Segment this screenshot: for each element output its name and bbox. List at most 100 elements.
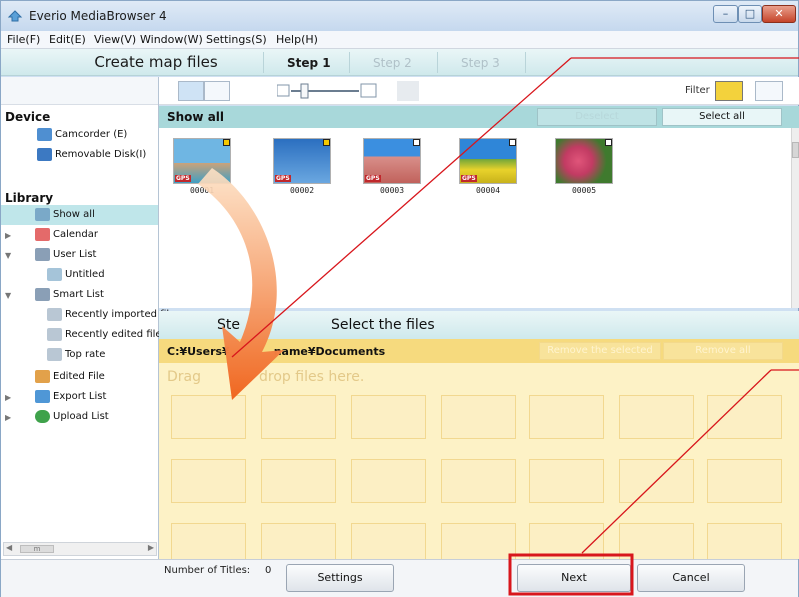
menu-edit[interactable]: Edit(E) [49,33,86,46]
next-button[interactable]: Next [517,564,631,592]
drop-slot[interactable] [529,459,604,503]
sidebar-item-untitled[interactable]: Untitled [47,265,105,285]
settings-button[interactable]: Settings [286,564,394,592]
drop-slot[interactable] [261,523,336,559]
scroll-left-icon[interactable]: ◀ [6,543,12,552]
rotate-icon[interactable] [397,81,419,101]
sidebar-item-label: Export List [53,391,107,402]
scroll-right-icon[interactable]: ▶ [148,543,154,552]
menu-bar: File(F) Edit(E) View(V) Window(W) Settin… [1,31,798,49]
window-title: Everio MediaBrowser 4 [29,9,167,23]
path-suffix: name¥Documents [273,345,386,358]
drop-slot[interactable] [441,523,516,559]
drop-slot[interactable] [351,523,426,559]
thumbnail-image[interactable]: GPS [459,138,517,184]
view-toolbar: Filter [159,77,799,105]
drop-slot[interactable] [171,395,246,439]
drop-slot[interactable] [351,459,426,503]
select-all-button[interactable]: Select all [662,108,782,126]
drop-slot[interactable] [529,523,604,559]
zoom-slider[interactable] [277,82,377,100]
thumbnail-image[interactable]: GPS [363,138,421,184]
remove-selected-button[interactable]: Remove the selected [539,342,661,360]
filter-label: Filter [685,85,710,96]
collapse-arrow-icon[interactable]: ▼ [5,251,11,260]
drop-slot[interactable] [171,523,246,559]
menu-window[interactable]: Window(W) [140,33,203,46]
step2-title: Select the files [331,317,435,333]
step-3: Step 3 [461,56,500,70]
selection-checkbox[interactable] [323,139,330,146]
sidebar-item-export-list[interactable]: Export List [35,387,106,407]
drop-slot[interactable] [441,459,516,503]
thumbnail-image[interactable]: GPS [273,138,331,184]
drop-slot[interactable] [261,395,336,439]
expand-arrow-icon[interactable]: ▶ [5,413,11,422]
drop-slot[interactable] [707,459,782,503]
sidebar-horizontal-scrollbar[interactable]: ◀ m ▶ [3,542,157,556]
thumbnail-image[interactable] [555,138,613,184]
drop-slot[interactable] [351,395,426,439]
footer-bar: Number of Titles: 0 Settings Next Cancel [1,559,798,597]
drop-slot[interactable] [529,395,604,439]
sidebar-item-top-rate[interactable]: Top rate [47,345,105,365]
playlist-icon [47,267,62,281]
menu-file[interactable]: File(F) [7,33,40,46]
thumbnail-image[interactable]: GPS [173,138,231,184]
device-header: Device [5,110,51,124]
device-camcorder[interactable]: Camcorder (E) [37,125,127,145]
drop-slot[interactable] [707,523,782,559]
selection-checkbox[interactable] [605,139,612,146]
minimize-button[interactable]: – [713,5,738,23]
library-sidebar: Device Camcorder (E) Removable Disk(I) L… [1,77,181,560]
selection-checkbox[interactable] [413,139,420,146]
maximize-button[interactable]: □ [738,5,762,23]
sidebar-item-show-all[interactable]: Show all [1,205,158,225]
list-view-icon[interactable] [204,81,230,101]
menu-settings[interactable]: Settings(S) [206,33,267,46]
deselect-button[interactable]: Deselect [537,108,657,126]
selection-checkbox[interactable] [509,139,516,146]
device-removable-disk[interactable]: Removable Disk(I) [37,145,146,165]
expand-arrow-icon[interactable]: ▶ [5,393,11,402]
selection-checkbox[interactable] [223,139,230,146]
photos-icon [35,207,50,221]
drop-slot[interactable] [619,459,694,503]
drop-slot[interactable] [619,395,694,439]
sidebar-item-user-list[interactable]: User List [35,245,96,265]
expand-arrow-icon[interactable]: ▶ [5,231,11,240]
sidebar-item-edited-file[interactable]: Edited File [35,367,105,387]
sidebar-item-smart-list[interactable]: Smart List [35,285,104,305]
filter-rating-dropdown[interactable] [755,81,783,101]
scroll-thumb[interactable] [792,142,799,158]
destination-path: C:¥Users¥ name¥Documents [167,345,385,358]
scroll-thumb[interactable]: m [20,545,54,553]
menu-view[interactable]: View(V) [94,33,136,46]
thumbnail-vertical-scrollbar[interactable] [791,128,799,308]
drop-zone[interactable]: Drag drop files here. [159,363,799,559]
thumbnail-view-icon[interactable] [178,81,204,101]
sidebar-item-upload-list[interactable]: Upload List [35,407,109,427]
step-bar: Create map files Step 1 Step 2 Step 3 [1,49,798,76]
sidebar-item-recently-edited[interactable]: Recently edited files [47,325,167,345]
drop-slot[interactable] [171,459,246,503]
collapse-arrow-icon[interactable]: ▼ [5,291,11,300]
remove-all-button[interactable]: Remove all [663,342,783,360]
drop-slot[interactable] [261,459,336,503]
drop-slot[interactable] [441,395,516,439]
sidebar-item-calendar[interactable]: Calendar [35,225,98,245]
sidebar-item-label: Top rate [65,349,106,360]
wizard-title: Create map files [94,53,218,71]
close-button[interactable]: ✕ [762,5,796,23]
drop-slot[interactable] [619,523,694,559]
edit-icon [35,369,50,383]
cancel-button[interactable]: Cancel [637,564,745,592]
filter-media-dropdown[interactable] [715,81,743,101]
drop-slot[interactable] [707,395,782,439]
menu-help[interactable]: Help(H) [276,33,318,46]
thumbnail-label: 00003 [379,186,405,195]
gps-badge: GPS [275,175,291,182]
step-2: Step 2 [373,56,412,70]
camcorder-icon [37,127,52,141]
gps-badge: GPS [461,175,477,182]
